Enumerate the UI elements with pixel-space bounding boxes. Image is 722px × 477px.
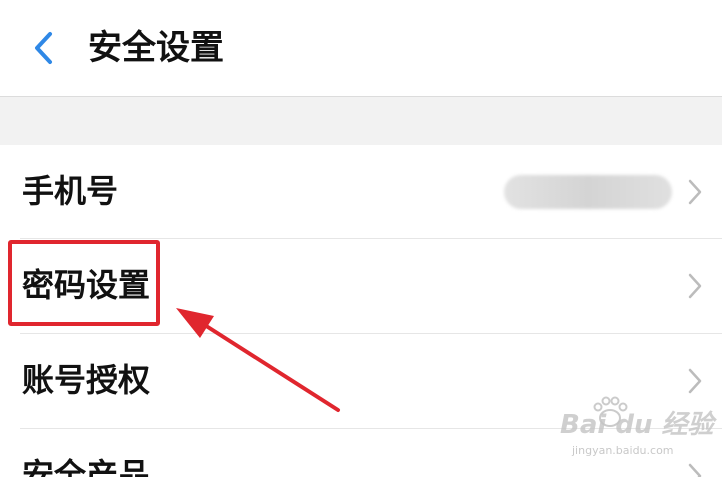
baidu-jingyan-watermark: Bai du 经验 jingyan.baidu.com — [560, 396, 720, 466]
watermark-url: jingyan.baidu.com — [572, 444, 674, 457]
watermark-logo-text: Bai du 经验 — [560, 410, 714, 440]
